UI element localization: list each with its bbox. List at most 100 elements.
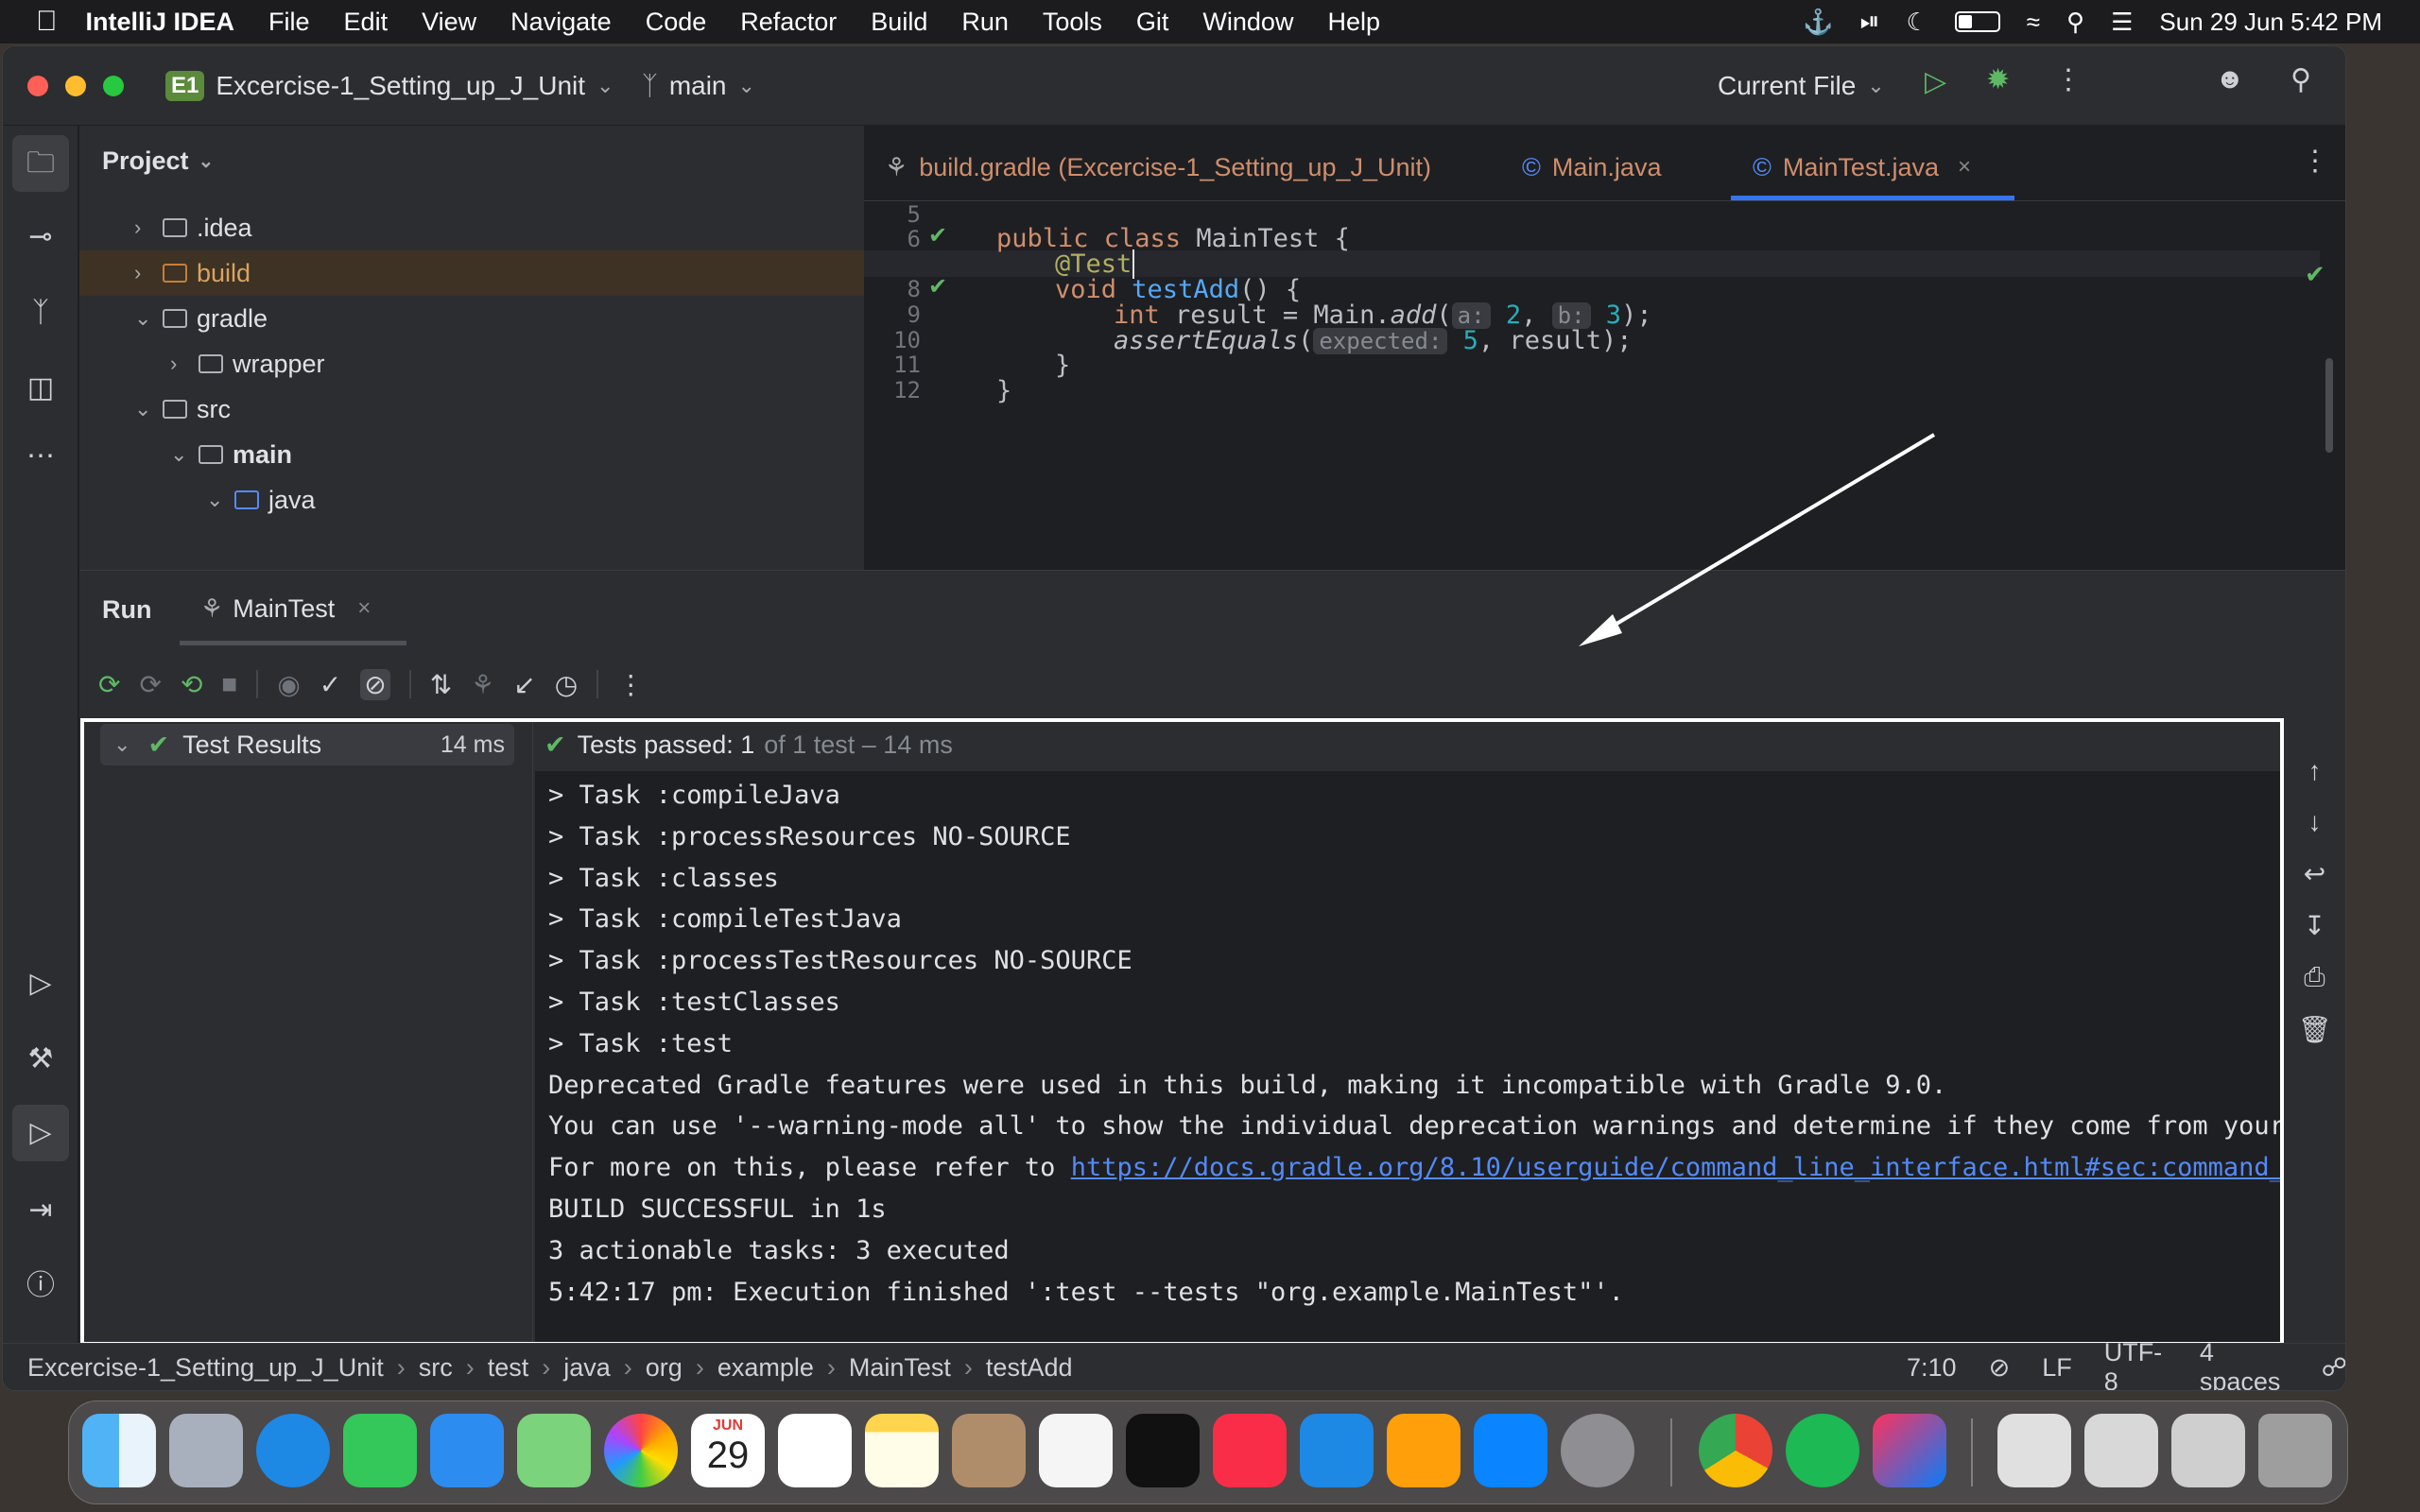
breadcrumb-item[interactable]: MainTest	[849, 1353, 951, 1383]
menu-code[interactable]: Code	[646, 8, 707, 37]
import-tests-icon[interactable]: ⚘	[471, 669, 494, 700]
menu-edit[interactable]: Edit	[344, 8, 389, 37]
search-icon[interactable]: ⚲	[2290, 63, 2311, 96]
app-store-icon[interactable]	[1474, 1414, 1547, 1487]
structure-icon[interactable]: ◫	[22, 369, 60, 407]
project-folder-icon[interactable]: 🗀	[12, 135, 69, 192]
tree-item[interactable]: › wrapper	[79, 341, 864, 387]
show-passed-check-icon[interactable]: ✓	[320, 669, 341, 700]
screenshots-stack-icon[interactable]	[2171, 1414, 2245, 1487]
commit-icon[interactable]: ⊸	[22, 218, 60, 256]
print-icon[interactable]: ⎙	[2304, 962, 2325, 993]
system-settings-icon[interactable]	[1561, 1414, 1634, 1487]
show-ignored-icon[interactable]: ⊘	[360, 668, 390, 700]
contacts-icon[interactable]	[952, 1414, 1026, 1487]
tab-build-gradle[interactable]: ⚘ build.gradle (Excercise-1_Setting_up_J…	[885, 139, 1431, 196]
battery-icon[interactable]	[1954, 11, 2000, 32]
keynote-icon[interactable]	[1300, 1414, 1374, 1487]
caret-position[interactable]: 7:10	[1907, 1353, 1957, 1383]
toggle-auto-test-icon[interactable]: ⟲	[181, 669, 202, 700]
menu-help[interactable]: Help	[1327, 8, 1380, 37]
up-arrow-icon[interactable]: ↑	[2308, 756, 2322, 786]
run-config-selector[interactable]: Current File ⌄	[1718, 67, 1885, 105]
chrome-icon[interactable]	[1699, 1414, 1772, 1487]
downloads-stack-icon[interactable]	[2084, 1414, 2158, 1487]
services-icon[interactable]: ▷	[22, 965, 60, 1003]
tab-main-java[interactable]: © Main.java	[1522, 139, 1661, 196]
tab-maintest-java[interactable]: © MainTest.java ×	[1753, 139, 1971, 196]
stop-icon[interactable]: ■	[221, 669, 237, 699]
tree-item[interactable]: › build	[79, 250, 864, 296]
menu-file[interactable]: File	[268, 8, 310, 37]
history-clock-icon[interactable]: ◷	[555, 669, 578, 700]
debug-bug-icon[interactable]: ✹	[1986, 63, 2010, 96]
menu-build[interactable]: Build	[871, 8, 927, 37]
more-tabs-icon[interactable]: ⋮	[2301, 145, 2329, 178]
rerun-failed-icon[interactable]: ⟳	[139, 669, 161, 700]
tree-item[interactable]: ⌄ gradle	[79, 296, 864, 341]
app-menu[interactable]: IntelliJ IDEA	[86, 8, 235, 37]
lock-icon[interactable]: ☍	[2322, 1353, 2345, 1383]
notes-icon[interactable]	[865, 1414, 939, 1487]
safari-icon[interactable]	[256, 1414, 330, 1487]
run-tab-maintest[interactable]: ⚘ MainTest ×	[200, 588, 371, 629]
indent-setting[interactable]: 4 spaces	[2200, 1338, 2290, 1390]
photos-icon[interactable]	[604, 1414, 678, 1487]
project-widget[interactable]: E1 Excercise-1_Setting_up_J_Unit ⌄	[165, 67, 614, 105]
apple-icon[interactable]: 	[36, 6, 58, 38]
intellij-icon[interactable]	[1873, 1414, 1946, 1487]
editor-scrollbar[interactable]	[2325, 358, 2333, 453]
chevron-right-icon[interactable]: ›	[170, 352, 199, 376]
sort-icon[interactable]: ⇅	[430, 669, 452, 700]
pull-requests-icon[interactable]: ᛉ	[22, 294, 60, 332]
file-encoding[interactable]: UTF-8	[2104, 1338, 2168, 1390]
focus-moon-icon[interactable]: ☾	[1906, 8, 1927, 37]
document-stack-icon[interactable]	[1997, 1414, 2071, 1487]
line-separator[interactable]: LF	[2042, 1353, 2072, 1383]
ai-off-icon[interactable]: ⊘	[1989, 1353, 2011, 1383]
messages-icon[interactable]	[343, 1414, 417, 1487]
breadcrumb-item[interactable]: example	[717, 1353, 814, 1383]
problems-icon[interactable]: ⓘ	[22, 1267, 60, 1305]
tree-item[interactable]: › .idea	[79, 205, 864, 250]
maps-icon[interactable]	[517, 1414, 591, 1487]
menu-navigate[interactable]: Navigate	[510, 8, 612, 37]
tree-item[interactable]: ⌄ src	[79, 387, 864, 432]
docker-icon[interactable]: ⚓	[1803, 8, 1833, 37]
wifi-icon[interactable]: ≈	[2027, 8, 2040, 37]
close-tab-icon[interactable]: ×	[357, 595, 371, 622]
close-tab-icon[interactable]: ×	[1958, 139, 1971, 196]
menubar-clock[interactable]: Sun 29 Jun 5:42 PM	[2159, 8, 2382, 37]
down-arrow-icon[interactable]: ↓	[2308, 807, 2322, 837]
finder-icon[interactable]	[82, 1414, 156, 1487]
collapse-all-icon[interactable]: ↙	[513, 669, 535, 700]
launchpad-icon[interactable]	[169, 1414, 243, 1487]
menu-run[interactable]: Run	[961, 8, 1009, 37]
minimize-window-button[interactable]	[65, 76, 86, 96]
breadcrumb-item[interactable]: test	[488, 1353, 529, 1383]
close-window-button[interactable]	[27, 76, 48, 96]
breadcrumb-item[interactable]: java	[563, 1353, 611, 1383]
menu-refactor[interactable]: Refactor	[740, 8, 837, 37]
build-hammer-icon[interactable]: ⚒	[22, 1040, 60, 1078]
play-circle-icon[interactable]: ⏯	[1860, 7, 1880, 37]
run-button[interactable]: ▷	[1925, 65, 1946, 98]
apple-tv-icon[interactable]	[1126, 1414, 1200, 1487]
breadcrumb-item[interactable]: testAdd	[986, 1353, 1073, 1383]
project-panel-header[interactable]: Project ⌄	[102, 146, 214, 176]
show-ignored-eye-icon[interactable]: ◉	[277, 669, 300, 700]
menu-window[interactable]: Window	[1202, 8, 1293, 37]
more-vertical-icon[interactable]: ⋮	[617, 669, 644, 700]
chevron-down-icon[interactable]: ⌄	[134, 397, 163, 421]
freeform-icon[interactable]	[1039, 1414, 1113, 1487]
trash-icon[interactable]	[2258, 1414, 2332, 1487]
chevron-right-icon[interactable]: ›	[134, 261, 163, 285]
menu-view[interactable]: View	[422, 8, 476, 37]
branch-widget[interactable]: ᛉ main ⌄	[642, 67, 755, 105]
terminal-icon[interactable]: ⇥	[22, 1192, 60, 1229]
menu-git[interactable]: Git	[1136, 8, 1169, 37]
chevron-right-icon[interactable]: ›	[134, 215, 163, 240]
breadcrumb-item[interactable]: org	[646, 1353, 683, 1383]
menu-tools[interactable]: Tools	[1043, 8, 1102, 37]
rerun-icon[interactable]: ⟳	[98, 669, 120, 700]
